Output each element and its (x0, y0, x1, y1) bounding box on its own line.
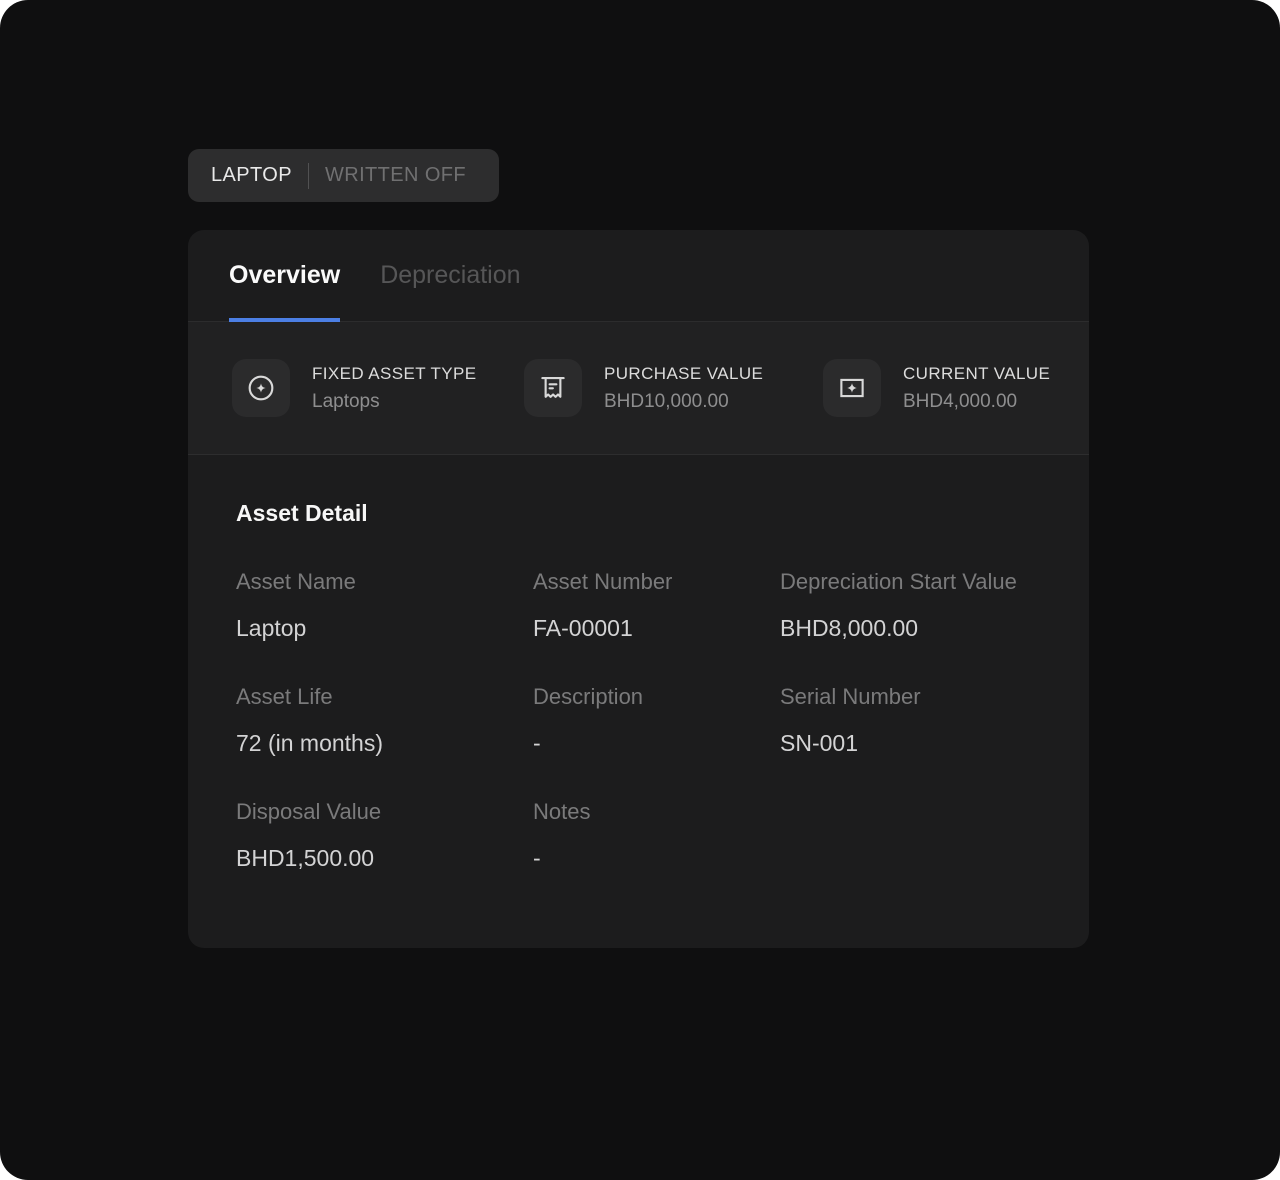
field-label: Asset Number (533, 567, 780, 597)
sparkle-frame-icon (823, 359, 881, 417)
field-grid: Asset Name Laptop Asset Number FA-00001 … (236, 567, 1041, 874)
stat-purchase-value: PURCHASE VALUE BHD10,000.00 (524, 359, 823, 417)
field-label: Description (533, 682, 780, 712)
asset-stats-strip: FIXED ASSET TYPE Laptops PURCHASE VALUE … (188, 322, 1089, 455)
field-label: Serial Number (780, 682, 1041, 712)
asset-status-badge: LAPTOP WRITTEN OFF (188, 149, 499, 202)
field-value: 72 (in months) (236, 727, 533, 759)
field-value: BHD8,000.00 (780, 612, 1041, 644)
badge-divider (308, 163, 309, 189)
stat-value: Laptops (312, 391, 477, 413)
field-depreciation-start-value: Depreciation Start Value BHD8,000.00 (780, 567, 1041, 644)
field-serial-number: Serial Number SN-001 (780, 682, 1041, 759)
stat-label: CURRENT VALUE (903, 364, 1050, 384)
stat-value: BHD4,000.00 (903, 391, 1050, 413)
tab-depreciation[interactable]: Depreciation (380, 230, 520, 322)
field-empty (780, 797, 1041, 874)
field-description: Description - (533, 682, 780, 759)
stat-text: CURRENT VALUE BHD4,000.00 (903, 364, 1050, 413)
receipt-icon (524, 359, 582, 417)
app-screen: LAPTOP WRITTEN OFF Overview Depreciation… (0, 0, 1280, 1180)
asset-name-label: LAPTOP (211, 164, 292, 187)
written-off-status-label: WRITTEN OFF (325, 164, 466, 187)
stat-label: FIXED ASSET TYPE (312, 364, 477, 384)
stat-value: BHD10,000.00 (604, 391, 763, 413)
field-label: Disposal Value (236, 797, 533, 827)
stat-current-value: CURRENT VALUE BHD4,000.00 (823, 359, 1089, 417)
field-value: - (533, 842, 780, 874)
stat-text: PURCHASE VALUE BHD10,000.00 (604, 364, 763, 413)
field-value: - (533, 727, 780, 759)
field-value: SN-001 (780, 727, 1041, 759)
field-asset-number: Asset Number FA-00001 (533, 567, 780, 644)
field-label: Depreciation Start Value (780, 567, 1041, 597)
field-disposal-value: Disposal Value BHD1,500.00 (236, 797, 533, 874)
field-asset-name: Asset Name Laptop (236, 567, 533, 644)
asset-detail-section: Asset Detail Asset Name Laptop Asset Num… (188, 455, 1089, 948)
field-label: Notes (533, 797, 780, 827)
stat-text: FIXED ASSET TYPE Laptops (312, 364, 477, 413)
field-notes: Notes - (533, 797, 780, 874)
stat-label: PURCHASE VALUE (604, 364, 763, 384)
field-value: FA-00001 (533, 612, 780, 644)
stat-fixed-asset-type: FIXED ASSET TYPE Laptops (232, 359, 524, 417)
field-label: Asset Name (236, 567, 533, 597)
field-value: BHD1,500.00 (236, 842, 533, 874)
tab-overview[interactable]: Overview (229, 230, 340, 322)
section-title: Asset Detail (236, 497, 1041, 529)
field-label: Asset Life (236, 682, 533, 712)
tab-bar: Overview Depreciation (188, 230, 1089, 322)
sparkle-circle-icon (232, 359, 290, 417)
field-asset-life: Asset Life 72 (in months) (236, 682, 533, 759)
field-value: Laptop (236, 612, 533, 644)
asset-detail-card: Overview Depreciation FIXED ASSET TYPE L… (188, 230, 1089, 948)
